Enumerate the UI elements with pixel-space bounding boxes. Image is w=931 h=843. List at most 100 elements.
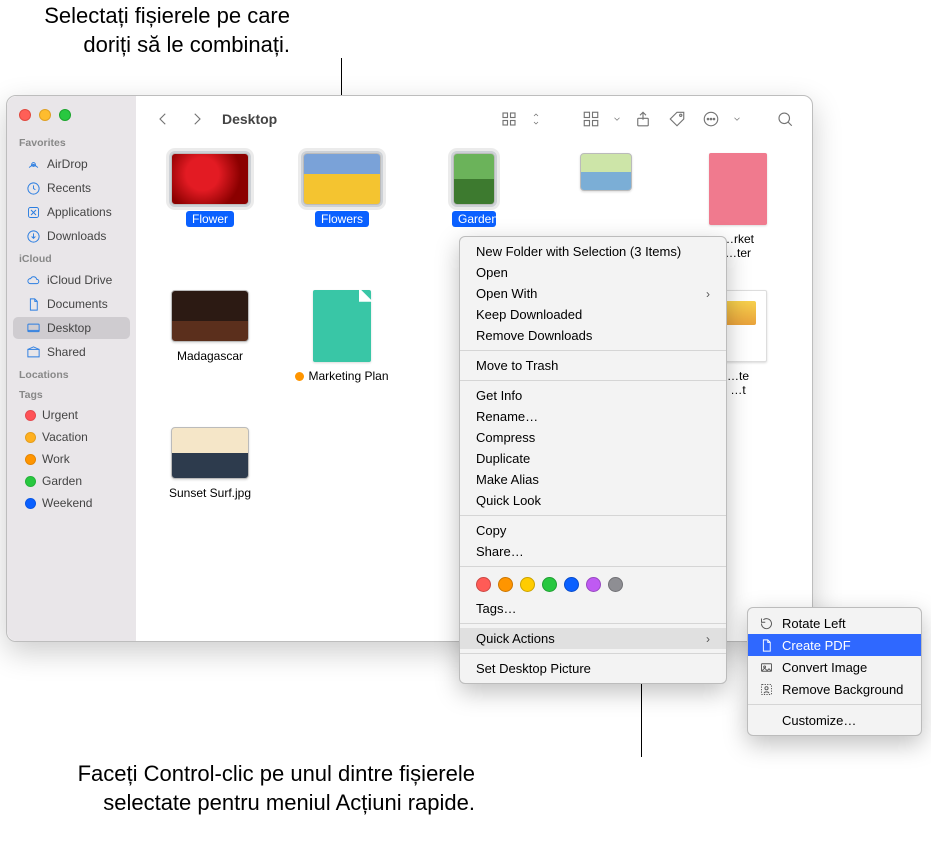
sidebar-tag-vacation[interactable]: Vacation (13, 427, 130, 447)
cm-compress[interactable]: Compress (460, 427, 726, 448)
sidebar-heading-favorites: Favorites (7, 133, 136, 151)
tag-button[interactable] (664, 108, 690, 130)
menu-separator (460, 515, 726, 516)
cm-make-alias[interactable]: Make Alias (460, 469, 726, 490)
sidebar-item-label: Vacation (42, 430, 88, 444)
close-button[interactable] (19, 109, 31, 121)
menu-separator (460, 653, 726, 654)
cm-move-to-trash[interactable]: Move to Trash (460, 355, 726, 376)
cm-keep-downloaded[interactable]: Keep Downloaded (460, 304, 726, 325)
sidebar-item-label: Desktop (47, 321, 91, 335)
file-thumbnail (303, 153, 381, 205)
sidebar-tag-work[interactable]: Work (13, 449, 130, 469)
more-button[interactable] (698, 108, 724, 130)
file-label (600, 197, 612, 199)
context-menu: New Folder with Selection (3 Items) Open… (459, 236, 727, 684)
sidebar-item-icloud-drive[interactable]: iCloud Drive (13, 269, 130, 291)
maximize-button[interactable] (59, 109, 71, 121)
file-item[interactable]: Flower (150, 153, 270, 262)
doc-icon (25, 296, 41, 312)
blank-icon (758, 712, 774, 728)
search-button[interactable] (772, 108, 798, 130)
file-item[interactable]: Marketing Plan (282, 290, 402, 399)
file-thumbnail (453, 153, 495, 205)
chevron-right-icon: › (706, 287, 710, 301)
sidebar-item-recents[interactable]: Recents (13, 177, 130, 199)
sidebar-item-desktop[interactable]: Desktop (13, 317, 130, 339)
view-mode-chevron-icon[interactable] (530, 108, 542, 130)
tag-color-gray[interactable] (608, 577, 623, 592)
sidebar-item-label: Documents (47, 297, 108, 311)
qa-create-pdf[interactable]: Create PDF (748, 634, 921, 656)
cm-open-with[interactable]: Open With› (460, 283, 726, 304)
file-label: Madagascar (171, 348, 249, 364)
share-button[interactable] (630, 108, 656, 130)
sidebar-tag-weekend[interactable]: Weekend (13, 493, 130, 513)
file-label: Marketing Plan (289, 368, 394, 384)
cm-tags[interactable]: Tags… (460, 598, 726, 619)
file-item[interactable]: Madagascar (150, 290, 270, 399)
shared-icon (25, 344, 41, 360)
back-button[interactable] (150, 108, 176, 130)
file-thumbnail (313, 290, 371, 362)
airdrop-icon (25, 156, 41, 172)
submenu-label: Create PDF (782, 638, 851, 653)
sidebar-item-label: iCloud Drive (47, 273, 112, 287)
minimize-button[interactable] (39, 109, 51, 121)
cm-remove-downloads[interactable]: Remove Downloads (460, 325, 726, 346)
tag-color-blue[interactable] (564, 577, 579, 592)
tag-color-orange[interactable] (498, 577, 513, 592)
chevron-down-icon[interactable] (732, 108, 742, 130)
sidebar-item-airdrop[interactable]: AirDrop (13, 153, 130, 175)
cm-set-desktop-picture[interactable]: Set Desktop Picture (460, 658, 726, 679)
cm-copy[interactable]: Copy (460, 520, 726, 541)
qa-convert-image[interactable]: Convert Image (748, 656, 921, 678)
file-label: Flowers (315, 211, 369, 227)
cm-duplicate[interactable]: Duplicate (460, 448, 726, 469)
window-title: Desktop (222, 111, 277, 127)
toolbar: Desktop (136, 96, 812, 141)
sidebar-item-label: Garden (42, 474, 82, 488)
file-content-area[interactable]: Flower Flowers Garden …rket …ter (136, 141, 812, 641)
cm-quick-actions[interactable]: Quick Actions› (460, 628, 726, 649)
tag-color-purple[interactable] (586, 577, 601, 592)
cm-rename[interactable]: Rename… (460, 406, 726, 427)
file-thumbnail (171, 290, 249, 342)
finder-window: Favorites AirDrop Recents Applications D… (6, 95, 813, 642)
tag-color-red[interactable] (476, 577, 491, 592)
tag-dot-icon (25, 454, 36, 465)
submenu-label: Convert Image (782, 660, 867, 675)
cm-share[interactable]: Share… (460, 541, 726, 562)
callout-bottom: Faceți Control-clic pe unul dintre fișie… (35, 760, 475, 817)
sidebar-item-downloads[interactable]: Downloads (13, 225, 130, 247)
chevron-down-icon[interactable] (612, 108, 622, 130)
cm-quick-look[interactable]: Quick Look (460, 490, 726, 511)
submenu-label: Remove Background (782, 682, 903, 697)
file-thumbnail (709, 153, 767, 225)
forward-button[interactable] (184, 108, 210, 130)
file-thumbnail (580, 153, 632, 191)
tag-dot-icon (25, 410, 36, 421)
tag-color-green[interactable] (542, 577, 557, 592)
file-item[interactable]: Sunset Surf.jpg (150, 427, 270, 501)
qa-rotate-left[interactable]: Rotate Left (748, 612, 921, 634)
cm-get-info[interactable]: Get Info (460, 385, 726, 406)
sidebar-item-label: Applications (47, 205, 112, 219)
cm-new-folder-with-selection[interactable]: New Folder with Selection (3 Items) (460, 241, 726, 262)
qa-customize[interactable]: Customize… (748, 709, 921, 731)
removebg-icon (758, 681, 774, 697)
menu-separator (748, 704, 921, 705)
sidebar-item-label: Urgent (42, 408, 78, 422)
tag-color-yellow[interactable] (520, 577, 535, 592)
cm-open[interactable]: Open (460, 262, 726, 283)
file-label: Sunset Surf.jpg (163, 485, 257, 501)
sidebar-tag-garden[interactable]: Garden (13, 471, 130, 491)
group-button[interactable] (578, 108, 604, 130)
file-item[interactable]: Flowers (282, 153, 402, 262)
qa-remove-background[interactable]: Remove Background (748, 678, 921, 700)
view-mode-button[interactable] (496, 108, 522, 130)
sidebar-item-documents[interactable]: Documents (13, 293, 130, 315)
sidebar-item-shared[interactable]: Shared (13, 341, 130, 363)
sidebar-item-applications[interactable]: Applications (13, 201, 130, 223)
sidebar-tag-urgent[interactable]: Urgent (13, 405, 130, 425)
